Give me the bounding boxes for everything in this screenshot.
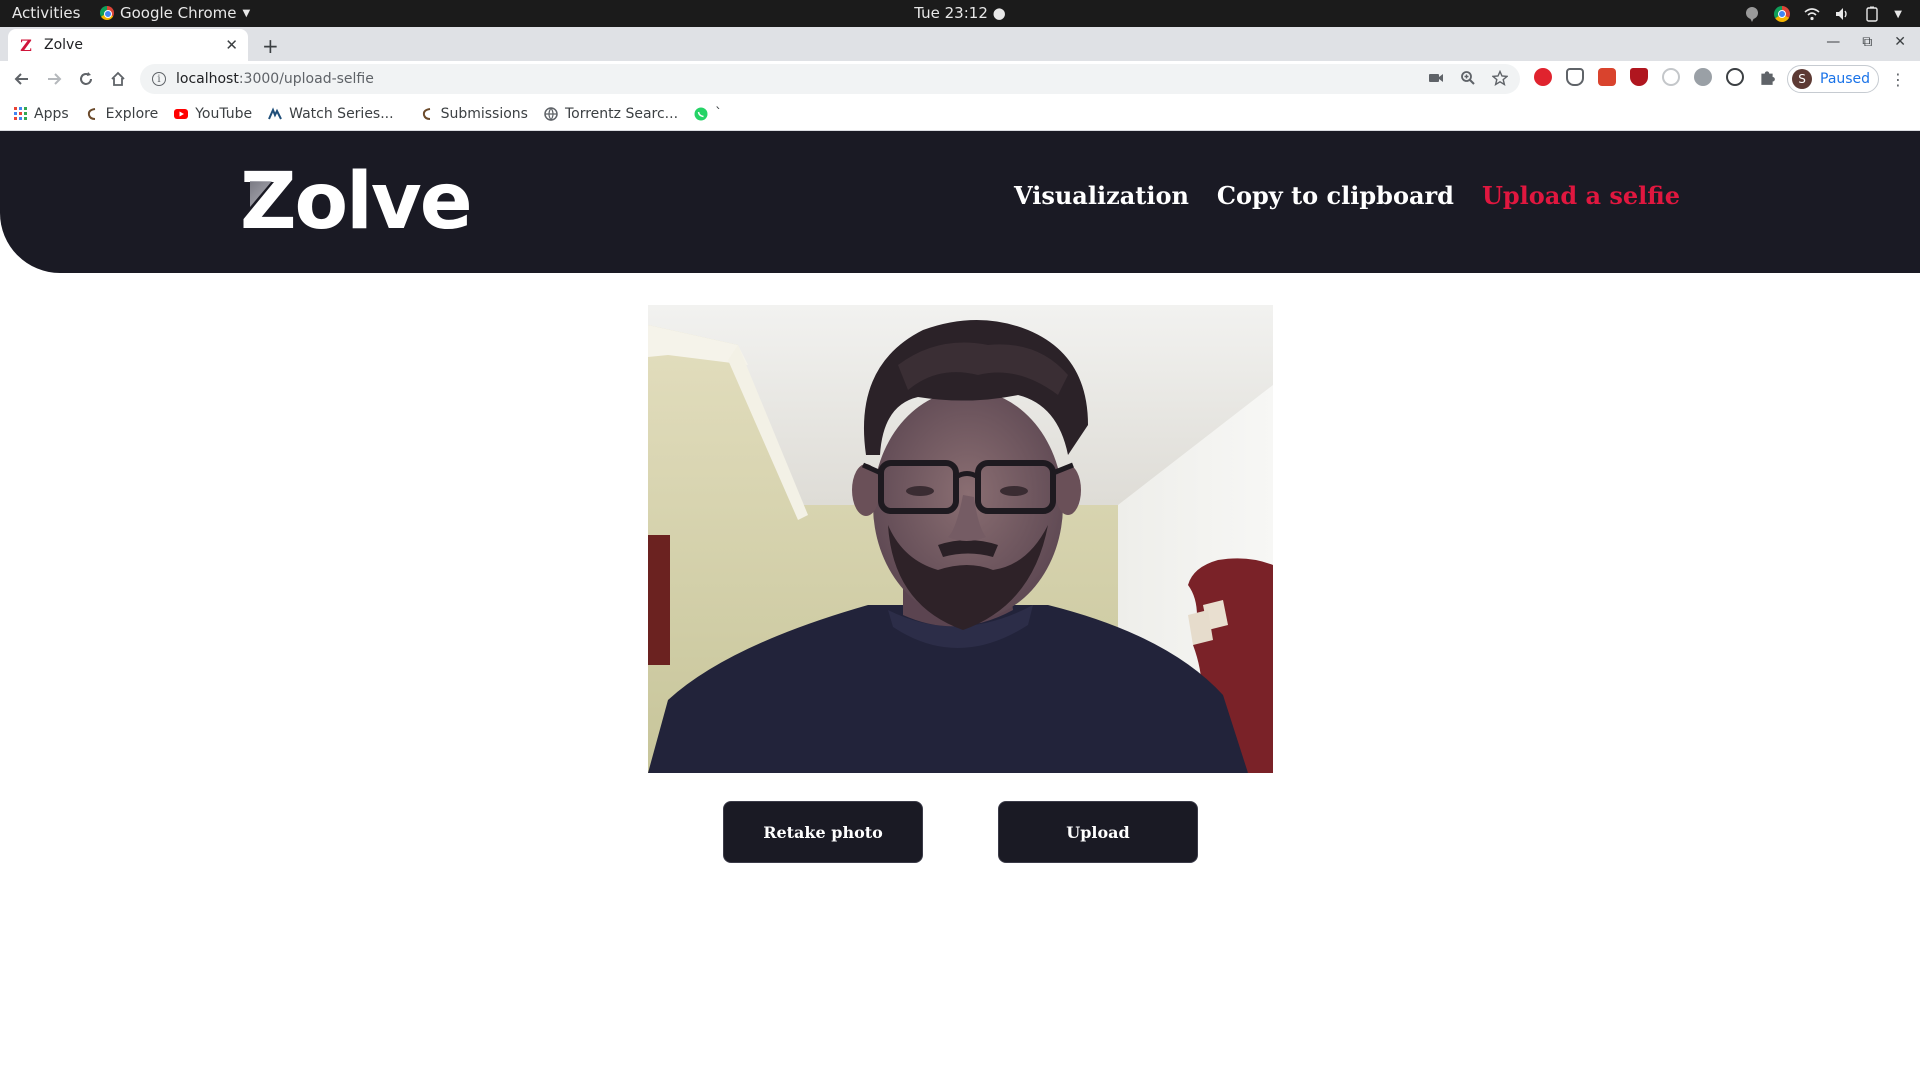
chrome-icon — [100, 6, 114, 20]
a-extension-icon[interactable] — [1726, 68, 1744, 86]
apps-grid-icon — [14, 107, 27, 120]
url-host: localhost — [176, 71, 239, 87]
whatsapp-icon — [694, 107, 708, 120]
profile-status: Paused — [1820, 71, 1871, 87]
puzzle-icon[interactable] — [1758, 68, 1776, 86]
url-path: :3000/upload-selfie — [238, 71, 374, 87]
watch-series-icon — [268, 106, 283, 119]
info-icon[interactable]: i — [152, 72, 166, 86]
bookmark-label: Explore — [105, 105, 159, 122]
bookmark-watch-series[interactable]: Watch Series... — [268, 105, 394, 122]
star-icon[interactable] — [1492, 70, 1508, 86]
tab-strip: Z Zolve ✕ + — ⧉ ✕ — [0, 27, 1920, 61]
bookmark-submissions[interactable]: Submissions — [420, 106, 528, 122]
notification-icon — [1746, 7, 1759, 22]
bookmark-label: Submissions — [440, 105, 528, 122]
bookmark-torrentz[interactable]: Torrentz Searc... — [544, 106, 678, 122]
activities-button[interactable]: Activities — [12, 4, 80, 22]
menu-icon[interactable]: ⋮ — [1890, 70, 1906, 89]
logo-text: Zolve — [240, 157, 473, 247]
pocket-extension-icon[interactable] — [1566, 68, 1584, 86]
wifi-icon — [1804, 8, 1820, 21]
browser-toolbar: i localhost:3000/upload-selfie S Paused … — [0, 61, 1920, 97]
bookmark-youtube[interactable]: YouTube — [174, 106, 252, 122]
os-top-bar: Activities Google Chrome ▼ Tue 23:12 ● ▼ — [0, 0, 1920, 27]
window-controls: — ⧉ ✕ — [1826, 34, 1906, 50]
codechef-icon — [87, 107, 95, 120]
zolve-logo[interactable]: Zolve — [240, 157, 473, 247]
codechef-icon — [422, 107, 430, 120]
close-window-icon[interactable]: ✕ — [1894, 34, 1906, 50]
selfie-image — [648, 305, 1273, 773]
nav-copy-to-clipboard[interactable]: Copy to clipboard — [1217, 181, 1454, 210]
zoom-icon[interactable] — [1460, 70, 1476, 86]
bookmarks-bar: Apps Explore YouTube Watch Series... Sub… — [0, 97, 1920, 131]
reload-icon[interactable] — [76, 69, 96, 89]
grid-extension-icon[interactable] — [1598, 68, 1616, 86]
system-tray[interactable]: ▼ — [1744, 3, 1902, 25]
page-content: Zolve Visualization Copy to clipboard Up… — [0, 131, 1920, 1080]
nav-upload-selfie[interactable]: Upload a selfie — [1482, 181, 1680, 210]
minimize-icon[interactable]: — — [1826, 34, 1840, 50]
app-menu-label: Google Chrome — [120, 4, 237, 22]
upload-button[interactable]: Upload — [998, 801, 1198, 863]
nav-visualization[interactable]: Visualization — [1014, 181, 1189, 210]
avatar: S — [1792, 69, 1812, 89]
address-bar[interactable]: i localhost:3000/upload-selfie — [140, 64, 1520, 94]
opera-extension-icon[interactable] — [1534, 68, 1552, 86]
zolve-favicon: Z — [20, 35, 32, 55]
site-header: Zolve Visualization Copy to clipboard Up… — [0, 131, 1920, 273]
timer-extension-icon[interactable] — [1662, 68, 1680, 86]
chat-extension-icon[interactable] — [1694, 68, 1712, 86]
forward-icon[interactable] — [44, 69, 64, 89]
battery-icon — [1866, 6, 1878, 22]
bookmark-label: Watch Series... — [289, 105, 394, 122]
ublock-extension-icon[interactable] — [1630, 68, 1648, 86]
chevron-down-icon: ▼ — [1894, 8, 1902, 20]
bookmark-apps[interactable]: Apps — [14, 106, 69, 122]
clock[interactable]: Tue 23:12 ● — [914, 4, 1005, 22]
selfie-photo — [648, 305, 1273, 773]
close-icon[interactable]: ✕ — [225, 36, 238, 54]
restore-icon[interactable]: ⧉ — [1862, 34, 1872, 50]
chevron-down-icon: ▼ — [242, 7, 251, 19]
tab-title: Zolve — [44, 37, 83, 53]
bookmark-explore[interactable]: Explore — [85, 105, 159, 122]
camera-icon[interactable] — [1428, 70, 1444, 86]
new-tab-button[interactable]: + — [262, 34, 279, 58]
bookmark-label: ` — [715, 105, 723, 122]
tab-zolve[interactable]: Z Zolve ✕ — [8, 29, 248, 61]
app-menu[interactable]: Google Chrome ▼ — [100, 4, 250, 22]
site-nav: Visualization Copy to clipboard Upload a… — [1014, 181, 1680, 210]
bookmark-label: Apps — [34, 105, 69, 122]
youtube-icon — [174, 108, 189, 119]
profile-button[interactable]: S Paused — [1787, 65, 1879, 93]
extensions-area — [1534, 68, 1776, 86]
retake-photo-button[interactable]: Retake photo — [723, 801, 923, 863]
chrome-tray-icon — [1774, 6, 1791, 22]
bookmark-label: Torrentz Searc... — [564, 105, 679, 122]
home-icon[interactable] — [108, 69, 128, 89]
bookmark-label: YouTube — [195, 105, 253, 122]
back-icon[interactable] — [12, 69, 32, 89]
bookmark-whatsapp[interactable]: ` — [694, 106, 722, 122]
volume-icon — [1836, 8, 1847, 20]
globe-icon — [544, 106, 558, 121]
